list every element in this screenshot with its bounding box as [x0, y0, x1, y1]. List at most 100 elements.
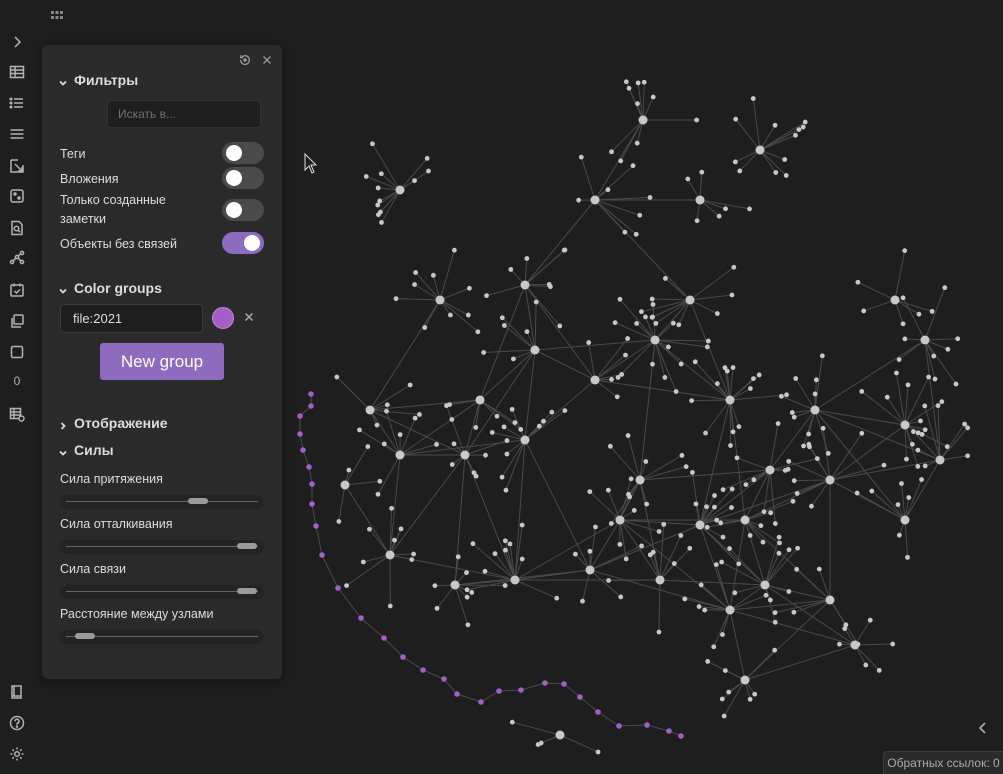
graph-node: [932, 376, 938, 382]
graph-node: [641, 79, 647, 85]
graph-link: [580, 156, 596, 201]
slider-thumb[interactable]: [74, 633, 95, 639]
search-input[interactable]: [107, 100, 261, 128]
display-section-header[interactable]: Отображение: [58, 415, 167, 431]
graph-node: [705, 658, 711, 664]
graph-node: [619, 372, 625, 377]
square-icon[interactable]: [7, 342, 27, 362]
graph-link: [480, 690, 500, 703]
copy-icon[interactable]: [7, 311, 27, 331]
help-icon[interactable]: [7, 713, 27, 733]
graph-node: [623, 556, 629, 562]
display-title: Отображение: [74, 415, 168, 431]
open-link-icon[interactable]: [7, 156, 27, 176]
graph-node: [782, 157, 788, 162]
filters-section-header[interactable]: Фильтры: [58, 72, 138, 88]
graph-node: [729, 505, 734, 510]
file-search-icon[interactable]: [7, 218, 27, 238]
color-group-swatch[interactable]: [212, 307, 234, 329]
repel-force-slider[interactable]: [60, 540, 264, 554]
graph-node: [424, 155, 430, 161]
book-icon[interactable]: [7, 682, 27, 702]
graph-link: [939, 423, 966, 461]
tags-toggle[interactable]: [222, 142, 264, 164]
center-force-slider[interactable]: [60, 495, 264, 509]
color-groups-title: Color groups: [74, 280, 162, 296]
existing-only-toggle[interactable]: [222, 199, 264, 221]
graph-node: [756, 372, 762, 378]
slider-thumb[interactable]: [188, 498, 208, 504]
bullet-list-icon[interactable]: [7, 93, 27, 113]
graph-node: [758, 523, 764, 529]
graph-link: [736, 457, 771, 471]
graph-link: [479, 284, 526, 401]
menu-icon[interactable]: [7, 124, 27, 144]
graph-node: [412, 178, 417, 184]
graph-link: [369, 384, 411, 411]
restore-defaults-icon[interactable]: [238, 53, 252, 67]
new-group-button[interactable]: New group: [100, 343, 224, 380]
slider-thumb[interactable]: [236, 543, 257, 549]
graph-node: [464, 570, 469, 576]
graph-node: [605, 187, 611, 193]
graph-node: [694, 218, 700, 224]
table-plus-icon[interactable]: [7, 404, 27, 424]
graph-node: [661, 521, 667, 527]
graph-link: [524, 410, 566, 441]
chevron-left-icon[interactable]: [976, 721, 992, 737]
color-group-query-input[interactable]: [60, 304, 203, 333]
graph-link: [454, 584, 506, 587]
center-force-label: Сила притяжения: [60, 472, 163, 486]
graph-link: [744, 644, 856, 681]
graph-links: [299, 81, 968, 753]
graph-link: [597, 711, 620, 727]
graph-node: [747, 386, 753, 391]
remove-group-icon[interactable]: [243, 310, 257, 324]
orphans-toggle[interactable]: [222, 232, 264, 254]
graph-node: [721, 713, 727, 719]
graph-node: [375, 491, 381, 497]
link-distance-slider[interactable]: [60, 630, 264, 644]
backlinks-status[interactable]: Обратных ссылок: 0: [883, 751, 1003, 774]
link-force-slider[interactable]: [60, 585, 264, 599]
attachments-toggle[interactable]: [222, 167, 264, 189]
graph-link: [857, 281, 896, 301]
graph-node: [778, 393, 784, 399]
graph-node: [727, 546, 732, 551]
graph-node: [729, 486, 735, 492]
graph-node: [417, 412, 422, 417]
graph-node: [814, 456, 820, 462]
graph-node: [510, 575, 520, 585]
color-groups-section-header[interactable]: Color groups: [58, 280, 162, 296]
graph-node: [676, 322, 682, 328]
graph-icon[interactable]: [7, 248, 27, 268]
graph-link: [594, 339, 656, 381]
graph-node: [344, 583, 349, 589]
graph-node: [389, 505, 394, 511]
graph-node: [609, 149, 614, 155]
graph-node: [502, 583, 508, 588]
graph-settings-panel: Фильтры Теги Вложения Только созданные з…: [42, 45, 282, 679]
graph-node: [650, 361, 655, 367]
graph-link: [646, 724, 670, 732]
repel-force-label: Сила отталкивания: [60, 517, 173, 531]
settings-icon[interactable]: [7, 744, 27, 764]
graph-node: [512, 420, 518, 426]
slider-thumb[interactable]: [236, 588, 257, 594]
dice-icon[interactable]: [7, 186, 27, 206]
graph-node: [595, 749, 601, 755]
forces-section-header[interactable]: Силы: [58, 442, 114, 458]
graph-node: [900, 321, 906, 327]
close-icon[interactable]: [260, 53, 274, 67]
graph-node: [365, 444, 371, 449]
expand-icon[interactable]: [7, 32, 27, 52]
graph-node: [737, 168, 743, 174]
table-icon[interactable]: [7, 62, 27, 82]
calendar-check-icon[interactable]: [7, 280, 27, 300]
graph-node: [813, 377, 819, 383]
mouse-cursor-icon: [304, 153, 318, 174]
graph-node: [935, 403, 941, 409]
graph-node: [375, 212, 381, 218]
grid-icon[interactable]: [50, 9, 64, 23]
graph-node: [615, 515, 625, 525]
